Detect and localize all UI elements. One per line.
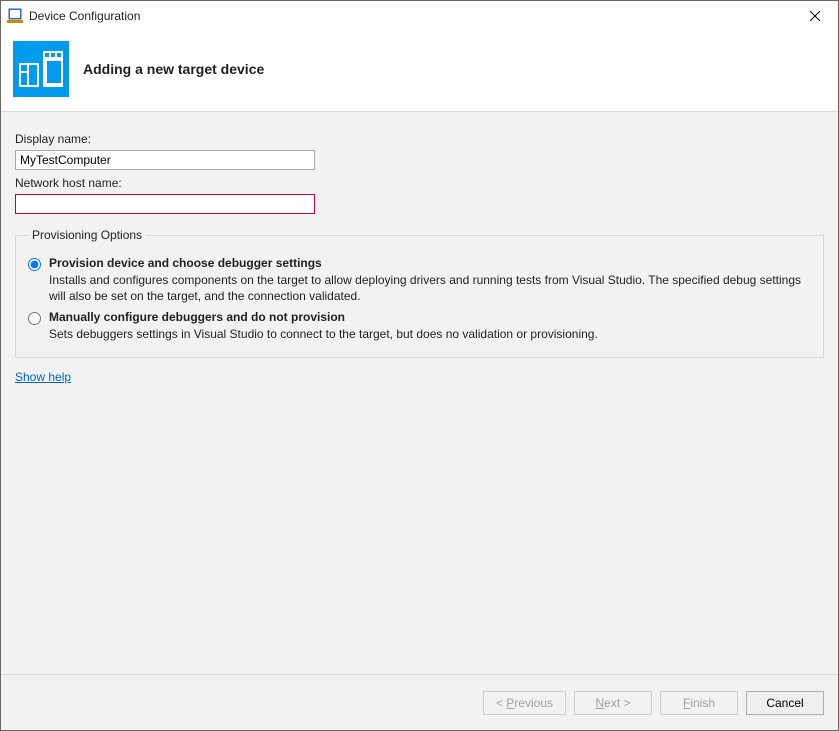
wizard-header: Adding a new target device	[1, 31, 838, 112]
title-bar: Device Configuration	[1, 1, 838, 31]
cancel-button[interactable]: Cancel	[746, 691, 824, 715]
content-area: Display name: Network host name: Provisi…	[1, 112, 838, 674]
show-help-link[interactable]: Show help	[15, 370, 71, 384]
devices-icon	[13, 41, 69, 97]
provisioning-options-group: Provisioning Options Provision device an…	[15, 228, 824, 358]
next-button[interactable]: Next >	[574, 691, 652, 715]
display-name-label: Display name:	[15, 132, 824, 146]
finish-button[interactable]: Finish	[660, 691, 738, 715]
previous-button[interactable]: < Previous	[483, 691, 566, 715]
manual-configure-option[interactable]: Manually configure debuggers and do not …	[28, 310, 811, 342]
wizard-button-bar: < Previous Next > Finish Cancel	[1, 674, 838, 730]
provision-device-option[interactable]: Provision device and choose debugger set…	[28, 256, 811, 304]
manual-configure-radio[interactable]	[28, 312, 41, 325]
close-icon	[810, 8, 820, 24]
display-name-input[interactable]	[15, 150, 315, 170]
provision-device-radio[interactable]	[28, 258, 41, 271]
manual-configure-title: Manually configure debuggers and do not …	[49, 310, 811, 324]
provision-device-title: Provision device and choose debugger set…	[49, 256, 811, 270]
provision-device-desc: Installs and configures components on th…	[49, 272, 811, 304]
page-heading: Adding a new target device	[83, 61, 264, 77]
host-name-input[interactable]	[15, 194, 315, 214]
window-title: Device Configuration	[29, 9, 140, 23]
close-button[interactable]	[792, 1, 838, 31]
provisioning-legend: Provisioning Options	[28, 228, 146, 242]
app-icon	[7, 8, 23, 24]
manual-configure-desc: Sets debuggers settings in Visual Studio…	[49, 326, 811, 342]
host-name-label: Network host name:	[15, 176, 824, 190]
